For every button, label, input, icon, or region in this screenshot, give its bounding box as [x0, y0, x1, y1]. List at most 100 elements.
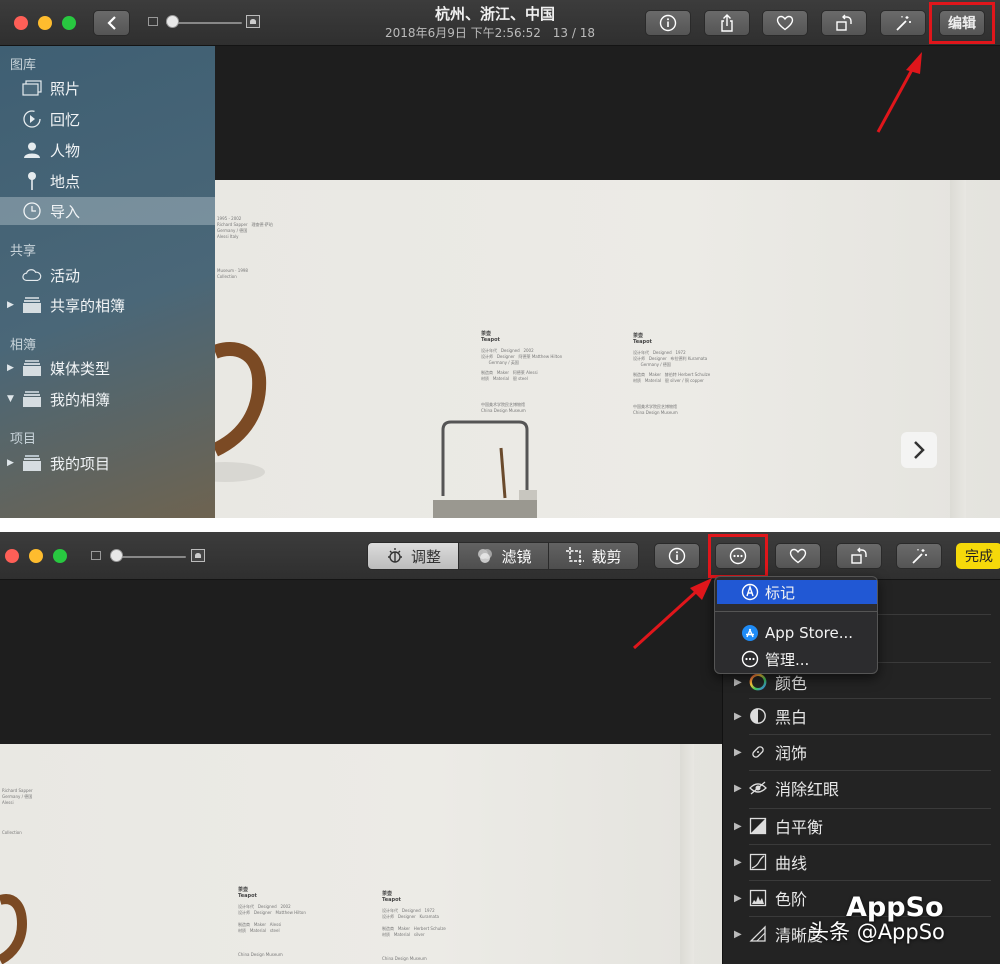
teapot-image: [433, 420, 537, 518]
minimize-window-button[interactable]: [29, 549, 43, 563]
sidebar-item-label: 人物: [50, 141, 81, 160]
more-icon: [741, 650, 759, 668]
adjustment-label: 色阶: [775, 890, 808, 909]
disclosure-triangle-icon[interactable]: ▶: [734, 929, 742, 940]
close-window-button[interactable]: [14, 16, 28, 30]
white-balance-icon: [749, 817, 767, 835]
filters-icon: [478, 549, 493, 563]
photos-viewer-window: 杭州、浙江、中国 2018年6月9日 下午2:56:52 13 / 18 编辑 …: [0, 0, 1000, 518]
disclosure-triangle-icon[interactable]: ▶: [734, 821, 742, 832]
sidebar-item-my-projects[interactable]: ▶ 我的项目: [0, 449, 215, 477]
disclosure-triangle-icon[interactable]: ▶: [7, 363, 14, 373]
sidebar-item-activity[interactable]: 活动: [0, 261, 215, 289]
minimize-window-button[interactable]: [38, 16, 52, 30]
album-stack-icon: [22, 295, 42, 315]
sidebar-item-label: 共享的相簿: [50, 296, 126, 315]
black-white-icon: [749, 707, 767, 725]
zoom-window-button[interactable]: [53, 549, 67, 563]
next-photo-button[interactable]: [901, 432, 937, 468]
sidebar-item-label: 回忆: [50, 110, 81, 129]
curves-icon: [749, 853, 767, 871]
tab-crop[interactable]: 裁剪: [548, 543, 638, 569]
tab-adjust[interactable]: 调整: [368, 543, 458, 569]
adjustment-red-eye[interactable]: ▶ 消除红眼: [723, 770, 1000, 806]
sidebar-item-shared-albums[interactable]: ▶ 共享的相簿: [0, 291, 215, 319]
adjustment-label: 白平衡: [775, 818, 824, 837]
menu-separator: [715, 611, 877, 612]
photo-image: 1995 - 2002 Richard Sapper 理查德·萨珀 Germany …: [215, 180, 1000, 518]
rotate-button[interactable]: [821, 10, 867, 36]
cloud-icon: [22, 265, 42, 285]
edit-mode-tabs: 调整 滤镜 裁剪: [367, 542, 639, 570]
adjust-icon: [387, 548, 402, 563]
zoom-window-button[interactable]: [62, 16, 76, 30]
watermark-prefix: 头条: [808, 920, 850, 944]
watermark-text: 头条 @AppSo: [808, 916, 945, 946]
adjustment-label: 润饰: [775, 744, 808, 763]
rotate-icon: [836, 14, 852, 31]
disclosure-triangle-icon[interactable]: ▶: [734, 783, 742, 794]
kettle-handle-image: [215, 342, 267, 482]
large-photo-icon: [246, 15, 260, 28]
disclosure-triangle-icon[interactable]: ▶: [7, 300, 14, 310]
rotate-button[interactable]: [836, 543, 882, 569]
adjustment-retouch[interactable]: ▶ 润饰: [723, 734, 1000, 770]
tab-label: 裁剪: [591, 547, 622, 566]
adjustment-label: 消除红眼: [775, 780, 840, 799]
kettle-handle-image: [0, 894, 28, 964]
small-photo-icon: [91, 551, 101, 560]
sidebar-item-my-albums[interactable]: ▼ 我的相簿: [0, 385, 215, 413]
disclosure-triangle-icon[interactable]: ▶: [734, 711, 742, 722]
menu-item-manage[interactable]: 管理...: [717, 647, 877, 671]
disclosure-triangle-icon[interactable]: ▶: [734, 747, 742, 758]
zoom-slider-knob[interactable]: [166, 15, 179, 28]
enhance-button[interactable]: [896, 543, 942, 569]
color-icon: [749, 673, 767, 691]
sidebar-item-photos[interactable]: 照片: [0, 74, 215, 102]
info-icon: [659, 14, 677, 32]
share-button[interactable]: [704, 10, 750, 36]
title-bar: 杭州、浙江、中国 2018年6月9日 下午2:56:52 13 / 18 编辑: [0, 0, 1000, 46]
disclosure-triangle-icon[interactable]: ▶: [734, 893, 742, 904]
sidebar-item-label: 我的相簿: [50, 390, 111, 409]
enhance-button[interactable]: [880, 10, 926, 36]
sidebar-item-imports[interactable]: 导入: [0, 197, 215, 225]
adjustment-black-white[interactable]: ▶ 黑白: [723, 698, 1000, 734]
watermark-handle: @AppSo: [856, 920, 945, 944]
back-button[interactable]: [93, 10, 130, 36]
adjustment-white-balance[interactable]: ▶ 白平衡: [723, 808, 1000, 844]
highlight-box-extensions: [708, 534, 768, 578]
menu-item-label: 标记: [765, 583, 796, 602]
menu-item-app-store[interactable]: App Store...: [717, 621, 877, 645]
favorite-button[interactable]: [775, 543, 821, 569]
magic-wand-icon: [912, 549, 927, 564]
zoom-slider-knob[interactable]: [110, 549, 123, 562]
close-window-button[interactable]: [5, 549, 19, 563]
sidebar-item-media-types[interactable]: ▶ 媒体类型: [0, 354, 215, 382]
info-button[interactable]: [645, 10, 691, 36]
disclosure-triangle-icon[interactable]: ▼: [7, 394, 14, 404]
photo-counter: 13 / 18: [552, 26, 595, 40]
highlight-box-edit: [929, 2, 995, 44]
small-photo-icon: [148, 17, 158, 26]
sidebar-item-places[interactable]: 地点: [0, 167, 215, 195]
menu-item-markup[interactable]: 标记: [717, 580, 877, 604]
done-button[interactable]: 完成: [956, 543, 1000, 569]
sidebar-item-memories[interactable]: 回忆: [0, 105, 215, 133]
memories-icon: [22, 109, 42, 129]
favorite-button[interactable]: [762, 10, 808, 36]
magic-wand-icon: [896, 16, 911, 31]
sidebar: 图库 照片 回忆 人物 地点 导入 共享 活动 ▶ 共享的相簿 相簿 ▶ 媒体类…: [0, 46, 215, 518]
chevron-left-icon: [106, 16, 116, 30]
retouch-icon: [749, 743, 767, 761]
disclosure-triangle-icon[interactable]: ▶: [7, 458, 14, 468]
sidebar-item-people[interactable]: 人物: [0, 136, 215, 164]
adjustment-curves[interactable]: ▶ 曲线: [723, 844, 1000, 880]
disclosure-triangle-icon[interactable]: ▶: [734, 857, 742, 868]
disclosure-triangle-icon[interactable]: ▶: [734, 677, 742, 688]
tab-filters[interactable]: 滤镜: [458, 543, 548, 569]
chevron-right-icon: [914, 441, 925, 459]
wall-edge: [680, 744, 694, 964]
sidebar-item-label: 导入: [50, 202, 81, 221]
info-button[interactable]: [654, 543, 700, 569]
